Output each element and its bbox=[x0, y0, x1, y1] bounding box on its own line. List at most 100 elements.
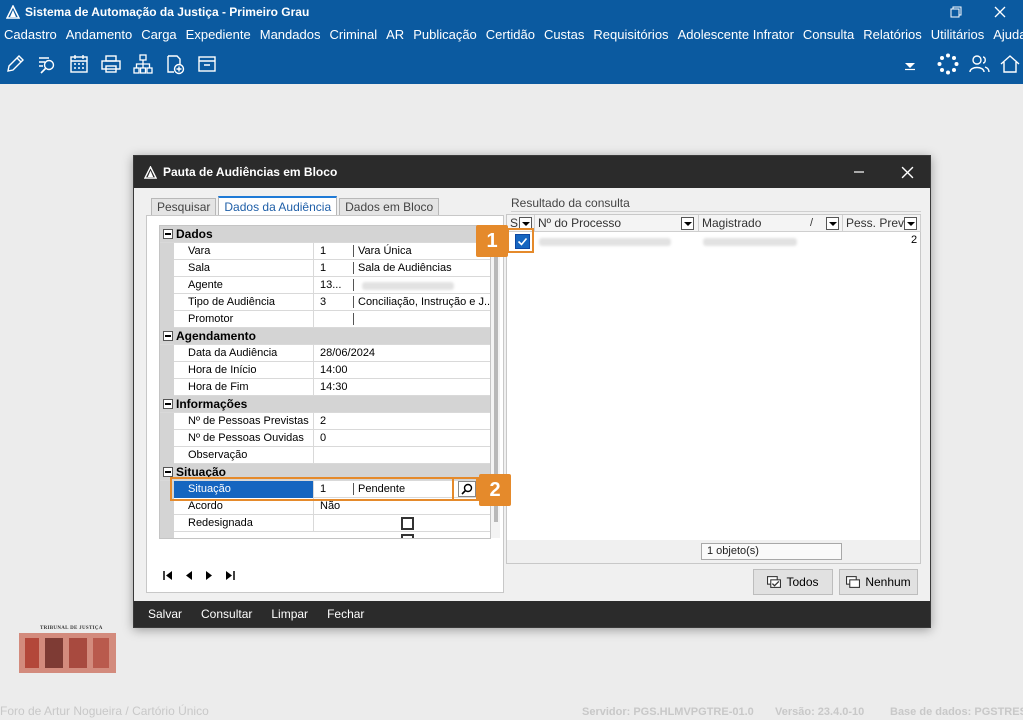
menu-ajuda[interactable]: Ajuda bbox=[993, 27, 1023, 42]
consultar-button[interactable]: Consultar bbox=[201, 607, 252, 621]
record-count: 1 objeto(s) bbox=[701, 543, 842, 560]
menu-carga[interactable]: Carga bbox=[141, 27, 176, 42]
menu-custas[interactable]: Custas bbox=[544, 27, 584, 42]
hierarchy-icon[interactable] bbox=[132, 53, 154, 75]
pauta-dialog: Pauta de Audiências em Bloco Pesquisar D… bbox=[133, 155, 931, 628]
dialog-title-bar: Pauta de Audiências em Bloco bbox=[134, 156, 930, 188]
menu-certidao[interactable]: Certidão bbox=[486, 27, 535, 42]
row-sala[interactable]: Sala 1 Sala de Audiências bbox=[160, 260, 490, 277]
column-header-pess-prev[interactable]: Pess. Prev. bbox=[843, 215, 921, 232]
row-promotor[interactable]: Promotor bbox=[160, 311, 490, 328]
row-tipo-de-audiencia[interactable]: Tipo de Audiência 3 Conciliação, Instruç… bbox=[160, 294, 490, 311]
row-observacao[interactable]: Observação bbox=[160, 447, 490, 464]
users-icon[interactable] bbox=[968, 53, 990, 75]
row-redesignada[interactable]: Redesignada bbox=[160, 515, 490, 532]
row-label: Vara bbox=[174, 243, 314, 260]
hora-fim-value[interactable]: 14:30 bbox=[320, 379, 348, 395]
processo-redacted bbox=[539, 238, 671, 246]
menu-cadastro[interactable]: Cadastro bbox=[4, 27, 57, 42]
menu-andamento[interactable]: Andamento bbox=[66, 27, 133, 42]
footer-database: Base de dados: PGSTRES bbox=[890, 706, 1023, 718]
menu-adolescente-infrator[interactable]: Adolescente Infrator bbox=[678, 27, 794, 42]
menu-requisitorios[interactable]: Requisitórios bbox=[593, 27, 668, 42]
ouvidas-value[interactable]: 0 bbox=[320, 430, 326, 446]
hora-inicio-value[interactable]: 14:00 bbox=[320, 362, 348, 378]
sala-code[interactable]: 1 bbox=[320, 260, 326, 276]
dropdown-arrow-icon[interactable] bbox=[903, 58, 917, 72]
collapse-icon[interactable] bbox=[163, 467, 173, 477]
tipo-value[interactable]: Conciliação, Instrução e J... bbox=[358, 294, 490, 310]
loading-icon bbox=[937, 53, 959, 75]
menu-publicacao[interactable]: Publicação bbox=[413, 27, 477, 42]
chevron-down-icon[interactable] bbox=[681, 217, 694, 230]
close-app-button[interactable] bbox=[977, 0, 1023, 24]
tab-dados-da-audiencia[interactable]: Dados da Audiência bbox=[218, 196, 338, 215]
crest-text: TRIBUNAL DE JUSTIÇA bbox=[40, 626, 103, 631]
result-row[interactable]: 2 bbox=[507, 233, 920, 250]
home-icon[interactable] bbox=[999, 53, 1021, 75]
previstas-value[interactable]: 2 bbox=[320, 413, 326, 429]
column-header-processo[interactable]: Nº do Processo bbox=[535, 215, 699, 232]
menu-ar[interactable]: AR bbox=[386, 27, 404, 42]
redesignada-checkbox[interactable] bbox=[401, 517, 414, 530]
restore-button[interactable] bbox=[933, 0, 979, 24]
tipo-code[interactable]: 3 bbox=[320, 294, 326, 310]
footer-location: Foro de Artur Nogueira / Cartório Único bbox=[0, 704, 209, 718]
tab-dados-em-bloco[interactable]: Dados em Bloco bbox=[339, 198, 440, 215]
row-label: Hora de Início bbox=[174, 362, 314, 379]
nenhum-button[interactable]: Nenhum bbox=[839, 569, 918, 595]
new-item-icon[interactable] bbox=[164, 53, 186, 75]
collapse-icon[interactable] bbox=[163, 229, 173, 239]
row-label: Promotor bbox=[174, 311, 314, 328]
chevron-down-icon[interactable] bbox=[826, 217, 839, 230]
sort-slash-icon: / bbox=[810, 217, 814, 229]
data-value[interactable]: 28/06/2024 bbox=[320, 345, 375, 361]
limpar-button[interactable]: Limpar bbox=[271, 607, 308, 621]
printer-icon[interactable] bbox=[100, 53, 122, 75]
first-record-icon[interactable] bbox=[163, 571, 173, 580]
minimize-dialog-button[interactable] bbox=[837, 156, 881, 188]
previous-record-icon[interactable] bbox=[185, 571, 193, 580]
category-dados[interactable]: Dados bbox=[160, 226, 490, 243]
search-process-icon[interactable] bbox=[36, 53, 58, 75]
next-record-icon[interactable] bbox=[205, 571, 213, 580]
menu-consulta[interactable]: Consulta bbox=[803, 27, 854, 42]
row-pessoas-ouvidas[interactable]: Nº de Pessoas Ouvidas 0 bbox=[160, 430, 490, 447]
column-header-magistrado[interactable]: Magistrado / bbox=[699, 215, 843, 232]
row-hora-de-inicio[interactable]: Hora de Início 14:00 bbox=[160, 362, 490, 379]
tab-pesquisar[interactable]: Pesquisar bbox=[151, 198, 217, 215]
salvar-button[interactable]: Salvar bbox=[148, 607, 182, 621]
row-vara[interactable]: Vara 1 Vara Única bbox=[160, 243, 490, 260]
row-hora-de-fim[interactable]: Hora de Fim 14:30 bbox=[160, 379, 490, 396]
row-agente[interactable]: Agente 13... bbox=[160, 277, 490, 294]
calendar-icon[interactable] bbox=[68, 53, 90, 75]
collapse-icon[interactable] bbox=[163, 399, 173, 409]
collapse-icon[interactable] bbox=[163, 331, 173, 341]
edit-icon[interactable] bbox=[4, 53, 26, 75]
callout-frame-2a bbox=[170, 477, 479, 501]
fechar-button[interactable]: Fechar bbox=[327, 607, 364, 621]
row-data-da-audiencia[interactable]: Data da Audiência 28/06/2024 bbox=[160, 345, 490, 362]
menu-criminal[interactable]: Criminal bbox=[329, 27, 377, 42]
todos-button[interactable]: Todos bbox=[753, 569, 833, 595]
archive-icon[interactable] bbox=[196, 53, 218, 75]
record-navigator bbox=[163, 571, 235, 580]
sala-value[interactable]: Sala de Audiências bbox=[358, 260, 490, 276]
vara-value[interactable]: Vara Única bbox=[358, 243, 490, 259]
chevron-down-icon[interactable] bbox=[904, 217, 917, 230]
menu-relatorios[interactable]: Relatórios bbox=[863, 27, 922, 42]
menu-expediente[interactable]: Expediente bbox=[186, 27, 251, 42]
left-panel: Pesquisar Dados da Audiência Dados em Bl… bbox=[146, 196, 504, 593]
row-pessoas-previstas[interactable]: Nº de Pessoas Previstas 2 bbox=[160, 413, 490, 430]
callout-1: 1 bbox=[476, 225, 508, 257]
minimize-icon bbox=[854, 171, 864, 173]
category-label: Informações bbox=[176, 397, 248, 411]
last-record-icon[interactable] bbox=[225, 571, 235, 580]
menu-utilitarios[interactable]: Utilitários bbox=[931, 27, 984, 42]
close-dialog-button[interactable] bbox=[885, 156, 929, 188]
category-informacoes[interactable]: Informações bbox=[160, 396, 490, 413]
vara-code[interactable]: 1 bbox=[320, 243, 326, 259]
agente-code[interactable]: 13... bbox=[320, 277, 341, 293]
category-agendamento[interactable]: Agendamento bbox=[160, 328, 490, 345]
menu-mandados[interactable]: Mandados bbox=[260, 27, 321, 42]
